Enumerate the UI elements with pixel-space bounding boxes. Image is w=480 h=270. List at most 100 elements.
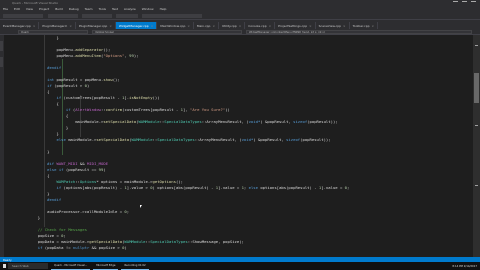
- code-token: AlertWindow: [75, 107, 102, 112]
- document-tab[interactable]: PluginManager.h ×: [39, 22, 76, 29]
- document-tab[interactable]: Console.cpp ×: [245, 22, 276, 29]
- code-token: ) &popResult,: [253, 137, 287, 142]
- tab-close-icon[interactable]: ×: [69, 24, 72, 28]
- menu-item-project[interactable]: Project: [39, 7, 49, 11]
- scroll-marker: [475, 125, 478, 126]
- tab-close-icon[interactable]: ×: [187, 24, 190, 28]
- code-token: ::ArrayMenuResult, (: [194, 137, 242, 142]
- code-token: && popSize >: [89, 245, 123, 250]
- menu-item-tools[interactable]: Tools: [99, 7, 106, 11]
- project-dropdown[interactable]: Quark: [18, 30, 88, 34]
- tab-label: Main.cpp: [196, 23, 211, 28]
- taskbar-app[interactable]: Microsoft Edge: [93, 262, 119, 270]
- tray-clock[interactable]: 8:14 PM 2/14/2017: [452, 265, 477, 268]
- tab-close-icon[interactable]: ×: [309, 24, 312, 28]
- code-token: ].value >: [126, 185, 151, 190]
- taskbar-app[interactable]: Recording 01:02: [121, 262, 149, 270]
- windows-logo-icon: [1, 264, 6, 268]
- code-token: popResult = popMenu.: [54, 77, 104, 82]
- solution-config-dropdown[interactable]: [48, 14, 78, 18]
- menu-item-file[interactable]: File: [3, 7, 8, 11]
- maximize-icon[interactable]: [462, 1, 467, 5]
- menu-item-edit[interactable]: Edit: [14, 7, 20, 11]
- toolbar-buttons-group[interactable]: [3, 14, 43, 18]
- code-token: popMenu.: [19, 47, 76, 52]
- toolbar-buttons-group-2[interactable]: [142, 14, 202, 18]
- tab-label: EventManager.cpp: [3, 23, 31, 28]
- code-token: (customTrees[popResult -: [122, 107, 181, 112]
- platform-dropdown[interactable]: [82, 14, 112, 18]
- document-tab[interactable]: SceneView.cpp ×: [316, 22, 350, 29]
- code-token: else if: [19, 167, 64, 172]
- member-dropdown[interactable]: WidgetManager::onContextMenu(HWND hwnd, …: [246, 30, 472, 34]
- code-token: void*: [248, 119, 261, 124]
- code-token: (options[abs(popResult) -: [61, 185, 125, 190]
- document-tab[interactable]: Utility.cpp ×: [219, 22, 246, 29]
- document-tab[interactable]: MainWindow.cpp ×: [157, 22, 194, 29]
- code-token: mainModule->: [19, 119, 104, 124]
- code-token: // Check for Messages: [19, 227, 87, 232]
- taskbar-app[interactable]: Quark - Microsoft Visual...: [51, 262, 91, 270]
- system-tray: 8:14 PM 2/14/2017: [452, 265, 480, 268]
- scope-dropdown[interactable]: (Global Scope): [92, 30, 242, 34]
- code-token: }: [19, 215, 41, 220]
- start-button[interactable]: [0, 262, 7, 270]
- document-tab[interactable]: PluginManager.cpp ×: [76, 22, 116, 29]
- menu-item-window[interactable]: Window: [142, 7, 154, 11]
- tab-close-icon[interactable]: ×: [343, 24, 346, 28]
- code-editor[interactable]: 1496 }14971498 popMenu.addSeparator();14…: [16, 35, 473, 257]
- tab-close-icon[interactable]: ×: [33, 24, 36, 28]
- document-tab[interactable]: Main.cpp ×: [194, 22, 219, 29]
- document-tab[interactable]: ProjectSettings.cpp ×: [275, 22, 316, 29]
- document-tab[interactable]: EventManager.cpp ×: [0, 22, 40, 29]
- code-token: (popResult));: [300, 137, 331, 142]
- code-token: {: [19, 101, 59, 106]
- document-tab[interactable]: WidgetManager.cpp ×: [115, 22, 158, 29]
- code-token: MIDI_MODE: [86, 161, 109, 166]
- tab-close-icon[interactable]: ×: [372, 24, 375, 28]
- taskbar-search-box[interactable]: Search Web: [8, 263, 48, 269]
- code-token: "Are You Sure?": [190, 107, 226, 112]
- toolbox-tab[interactable]: [0, 41, 3, 51]
- menu-item-view[interactable]: View: [26, 7, 33, 11]
- menu-item-team[interactable]: Team: [85, 7, 93, 11]
- code-token: (popResult ==: [63, 167, 99, 172]
- server-explorer-tab[interactable]: [0, 57, 3, 67]
- document-tab[interactable]: Toolbar.cpp ×: [350, 22, 379, 29]
- close-icon[interactable]: [471, 1, 476, 5]
- window-title: Quark - Microsoft Visual Studio: [12, 1, 59, 5]
- menu-item-build[interactable]: Build: [55, 7, 63, 11]
- code-token: sizeof: [293, 119, 308, 124]
- tab-label: WidgetManager.cpp: [118, 23, 149, 28]
- document-tabs: EventManager.cpp × PluginManager.h × PluginM…: [0, 20, 480, 29]
- menu-item-analyze[interactable]: Analyze: [124, 7, 136, 11]
- tab-close-icon[interactable]: ×: [151, 24, 154, 28]
- menu-item-test[interactable]: Test: [112, 7, 118, 11]
- code-token: Options: [79, 179, 97, 184]
- code-token: ::ShowMessage, popSize);: [187, 239, 244, 244]
- start-debug-button[interactable]: [116, 14, 138, 18]
- code-token: {: [19, 173, 50, 178]
- scrollbar-thumb[interactable]: [474, 73, 479, 103]
- menu-item-help[interactable]: Help: [160, 7, 167, 11]
- code-token: ].value =: [218, 185, 242, 190]
- code-token: WAMPatch: [19, 179, 76, 184]
- code-token: ();: [103, 47, 111, 52]
- code-token: options[abs(popResult) -: [257, 185, 319, 190]
- tab-close-icon[interactable]: ×: [212, 24, 215, 28]
- windows-taskbar: Search Web Quark - Microsoft Visual... Mi…: [0, 262, 480, 270]
- code-token: (customTrees[popResult -: [61, 95, 123, 100]
- minimize-icon[interactable]: [453, 1, 458, 5]
- code-token: getSpecialData: [89, 239, 123, 244]
- code-token: {: [19, 89, 50, 94]
- tab-close-icon[interactable]: ×: [269, 24, 272, 28]
- code-line[interactable]: 1531 if (popData != nullptr && popSize >…: [16, 245, 473, 251]
- window-controls: [453, 1, 476, 5]
- tab-close-icon[interactable]: ×: [239, 24, 242, 28]
- code-token: show: [103, 77, 113, 82]
- vertical-scrollbar[interactable]: [473, 35, 480, 257]
- code-token: }: [19, 149, 50, 154]
- menu-item-debug[interactable]: Debug: [69, 7, 79, 11]
- code-token: }: [19, 131, 59, 136]
- tab-close-icon[interactable]: ×: [109, 24, 112, 28]
